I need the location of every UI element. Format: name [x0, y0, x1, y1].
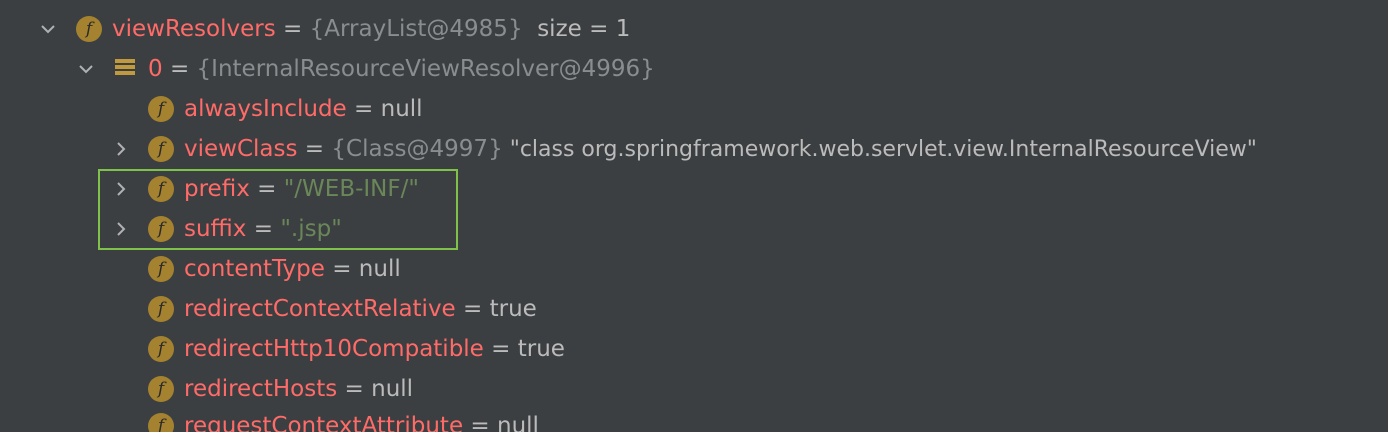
- equals-sign: =: [162, 56, 197, 82]
- field-icon: f: [148, 136, 174, 162]
- field-name: 0: [148, 56, 163, 82]
- field-value: true: [517, 336, 565, 362]
- tree-row-text: redirectContextRelative = true: [184, 289, 537, 329]
- tree-row-text: alwaysInclude = null: [184, 89, 423, 129]
- field-icon: f: [148, 256, 174, 282]
- tree-row-text: redirectHttp10Compatible = true: [184, 329, 565, 369]
- size-label: size = 1: [522, 16, 631, 42]
- field-icon: f: [148, 376, 174, 402]
- field-icon: f: [148, 413, 174, 432]
- tree-row-text: viewClass = {Class@4997} "class org.spri…: [184, 129, 1257, 170]
- field-value: true: [489, 296, 537, 322]
- equals-sign: =: [297, 136, 332, 162]
- equals-sign: =: [483, 336, 518, 362]
- field-name: contentType: [184, 256, 325, 282]
- equals-sign: =: [324, 256, 359, 282]
- tree-row-text: requestContextAttribute = null: [184, 406, 539, 432]
- variables-tree: f viewResolvers = {ArrayList@4985} size …: [0, 0, 1388, 432]
- tree-row-text: 0 = {InternalResourceViewResolver@4996}: [148, 49, 655, 89]
- tree-row-text: viewResolvers = {ArrayList@4985} size = …: [112, 9, 630, 49]
- field-name: requestContextAttribute: [184, 413, 464, 432]
- equals-sign: =: [455, 296, 490, 322]
- field-name: redirectContextRelative: [184, 296, 456, 322]
- object-reference: {InternalResourceViewResolver@4996}: [196, 56, 655, 82]
- chevron-down-icon[interactable]: [40, 21, 56, 37]
- field-name: viewResolvers: [112, 16, 276, 42]
- field-name: viewClass: [184, 136, 298, 162]
- object-reference: {Class@4997}: [331, 136, 503, 162]
- field-icon: f: [148, 296, 174, 322]
- field-value: null: [371, 376, 414, 402]
- field-icon: f: [148, 336, 174, 362]
- array-element-icon: [115, 59, 135, 79]
- equals-sign: =: [346, 96, 381, 122]
- object-reference: {ArrayList@4985}: [309, 16, 523, 42]
- field-icon: f: [148, 96, 174, 122]
- field-value: null: [497, 413, 539, 432]
- field-value: null: [358, 256, 401, 282]
- tree-row-text: contentType = null: [184, 249, 401, 289]
- equals-sign: =: [463, 413, 497, 432]
- field-name: redirectHttp10Compatible: [184, 336, 484, 362]
- field-icon: f: [76, 16, 102, 42]
- chevron-right-icon[interactable]: [113, 141, 129, 157]
- chevron-down-icon[interactable]: [78, 61, 94, 77]
- field-value: null: [380, 96, 423, 122]
- tree-row-text: redirectHosts = null: [184, 369, 413, 409]
- field-name: alwaysInclude: [184, 96, 347, 122]
- field-name: redirectHosts: [184, 376, 338, 402]
- field-value: "class org.springframework.web.servlet.v…: [502, 137, 1257, 162]
- equals-sign: =: [337, 376, 372, 402]
- equals-sign: =: [275, 16, 310, 42]
- highlight-box: [98, 169, 458, 250]
